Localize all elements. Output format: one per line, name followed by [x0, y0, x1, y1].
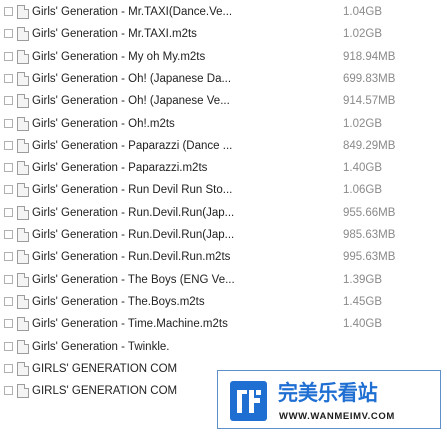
- file-name: Girls' Generation - Time.Machine.m2ts: [32, 318, 228, 331]
- file-size: 955.66MB: [343, 206, 396, 219]
- file-name: Girls' Generation - Twinkle.: [32, 340, 170, 353]
- file-checkbox[interactable]: [4, 230, 13, 239]
- file-name: Girls' Generation - The.Boys.m2ts: [32, 295, 205, 308]
- file-row[interactable]: Girls' Generation - Paparazzi.m2ts 1.40GB: [0, 158, 447, 180]
- file-icon: [17, 183, 29, 198]
- file-size: 995.63MB: [343, 251, 396, 264]
- file-size: 1.02GB: [343, 28, 382, 41]
- file-row[interactable]: Girls' Generation - Run.Devil.Run.m2ts 99…: [0, 247, 447, 269]
- file-size: 1.45GB: [343, 295, 382, 308]
- file-row[interactable]: Girls' Generation - Oh! (Japanese Da... 6…: [0, 69, 447, 91]
- file-icon: [17, 228, 29, 242]
- file-size: 985.63MB: [343, 229, 396, 241]
- file-name: Girls' Generation - Mr.TAXI(Dance.Ve...: [32, 6, 233, 18]
- file-icon: [17, 317, 29, 332]
- file-checkbox[interactable]: [4, 363, 13, 373]
- file-icon: [17, 339, 29, 354]
- file-icon: [17, 250, 29, 265]
- file-row[interactable]: Girls' Generation - Oh!.m2ts 1.02GB: [0, 114, 447, 136]
- file-row[interactable]: Girls' Generation - Run.Devil.Run(Jap...…: [0, 203, 447, 225]
- file-name: Girls' Generation - Paparazzi.m2ts: [32, 162, 208, 175]
- file-checkbox[interactable]: [4, 386, 13, 396]
- file-name: Girls' Generation - Oh! (Japanese Ve...: [32, 95, 230, 108]
- file-row[interactable]: Girls' Generation - Paparazzi (Dance ...…: [0, 136, 447, 158]
- file-size: 1.04GB: [343, 6, 382, 18]
- file-icon: [17, 205, 29, 220]
- file-checkbox[interactable]: [4, 7, 13, 16]
- file-icon: [17, 5, 29, 19]
- watermark-banner: 完美乐看站 WWW.WANMEIMV.COM: [217, 370, 441, 429]
- file-icon: [17, 116, 29, 131]
- file-row[interactable]: Girls' Generation - The Boys (ENG Ve... 1…: [0, 270, 447, 292]
- file-size: 1.02GB: [343, 117, 382, 130]
- file-size: 849.29MB: [343, 139, 396, 152]
- file-checkbox[interactable]: [4, 118, 13, 128]
- file-row[interactable]: Girls' Generation - Oh! (Japanese Ve... 9…: [0, 91, 447, 113]
- file-name: Girls' Generation - Oh! (Japanese Da...: [32, 72, 232, 85]
- file-icon: [17, 294, 29, 309]
- file-checkbox[interactable]: [4, 274, 13, 284]
- file-checkbox[interactable]: [4, 29, 13, 39]
- file-size: 1.40GB: [343, 318, 382, 331]
- file-checkbox[interactable]: [4, 207, 13, 217]
- file-row[interactable]: Girls' Generation - Mr.TAXI(Dance.Ve... 1…: [0, 2, 447, 24]
- file-icon: [17, 384, 29, 399]
- file-checkbox[interactable]: [4, 341, 13, 351]
- file-name: Girls' Generation - Run Devil Run Sto...: [32, 184, 233, 197]
- file-icon: [17, 161, 29, 176]
- file-name: Girls' Generation - Oh!.m2ts: [32, 117, 175, 130]
- file-size: 918.94MB: [343, 50, 396, 63]
- file-row[interactable]: Girls' Generation - Time.Machine.m2ts 1.4…: [0, 314, 447, 336]
- file-row[interactable]: Girls' Generation - Mr.TAXI.m2ts 1.02GB: [0, 24, 447, 46]
- file-size: 699.83MB: [343, 72, 396, 85]
- file-checkbox[interactable]: [4, 140, 13, 150]
- file-checkbox[interactable]: [4, 96, 13, 106]
- file-size: 914.57MB: [343, 95, 396, 108]
- file-name: Girls' Generation - Paparazzi (Dance ...: [32, 139, 233, 152]
- file-row[interactable]: Girls' Generation - My oh My.m2ts 918.94M…: [0, 47, 447, 69]
- brand-name: 完美乐看站: [278, 381, 378, 405]
- file-name: Girls' Generation - My oh My.m2ts: [32, 50, 206, 63]
- brand-url: WWW.WANMEIMV.COM: [279, 411, 395, 422]
- file-name: Girls' Generation - Run.Devil.Run.m2ts: [32, 251, 231, 264]
- file-row[interactable]: Girls' Generation - The.Boys.m2ts 1.45GB: [0, 292, 447, 314]
- file-size: 1.39GB: [343, 273, 382, 286]
- file-checkbox[interactable]: [4, 296, 13, 306]
- file-row[interactable]: Girls' Generation - Twinkle.: [0, 337, 447, 359]
- wanmei-logo-icon: [230, 381, 267, 421]
- file-checkbox[interactable]: [4, 163, 13, 173]
- file-checkbox[interactable]: [4, 252, 13, 262]
- file-checkbox[interactable]: [4, 319, 13, 329]
- file-name: Girls' Generation - Run.Devil.Run(Jap...: [32, 229, 235, 241]
- file-checkbox[interactable]: [4, 51, 13, 61]
- file-size: 1.06GB: [343, 184, 382, 197]
- file-row[interactable]: Girls' Generation - Run.Devil.Run(Jap...…: [0, 225, 447, 247]
- file-icon: [17, 361, 29, 376]
- file-icon: [17, 49, 29, 64]
- file-icon: [17, 138, 29, 153]
- file-icon: [17, 71, 29, 86]
- file-icon: [17, 27, 29, 42]
- file-icon: [17, 94, 29, 109]
- file-icon: [17, 272, 29, 287]
- file-row[interactable]: Girls' Generation - Run Devil Run Sto...…: [0, 180, 447, 202]
- file-name: Girls' Generation - The Boys (ENG Ve...: [32, 273, 235, 286]
- file-name: Girls' Generation - Mr.TAXI.m2ts: [32, 28, 197, 41]
- file-name: Girls' Generation - Run.Devil.Run(Jap...: [32, 206, 235, 219]
- file-checkbox[interactable]: [4, 73, 13, 83]
- file-size: 1.40GB: [343, 162, 382, 175]
- file-checkbox[interactable]: [4, 185, 13, 195]
